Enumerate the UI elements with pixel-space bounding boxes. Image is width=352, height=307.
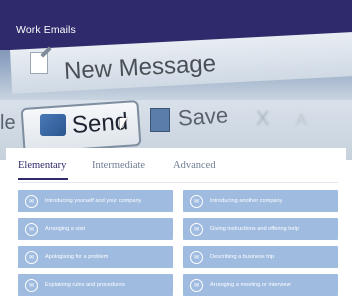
blurred-toolbar-glyph: X (256, 108, 270, 130)
lesson-label: Giving instructions and offering help (210, 226, 299, 232)
mouse-cursor-icon (120, 118, 127, 130)
lesson-label: Arranging a meeting or interview (210, 282, 291, 288)
mail-icon: ✉ (25, 250, 38, 264)
tab-intermediate[interactable]: Intermediate (92, 160, 145, 171)
lesson-item[interactable]: ✉ Describing a business trip (183, 246, 338, 268)
tab-advanced[interactable]: Advanced (173, 160, 216, 171)
blurred-toolbar-glyph-2: A (296, 112, 307, 129)
tab-elementary[interactable]: Elementary (18, 160, 66, 171)
lesson-label: Apologising for a problem (45, 254, 109, 260)
app-title: Work Emails (16, 24, 76, 36)
mail-icon: ✉ (25, 278, 38, 292)
mail-icon: ✉ (190, 278, 203, 292)
lesson-item[interactable]: ✉ Arranging a meeting or interview (183, 274, 338, 296)
mail-icon: ✉ (190, 222, 203, 236)
hero-image: Work Emails New Message le Send Save X A (0, 0, 352, 160)
lesson-item[interactable]: ✉ Introducing another company (183, 190, 338, 212)
tabs-divider (18, 182, 338, 183)
lesson-item[interactable]: ✉ Explaining rules and procedures (18, 274, 173, 296)
lesson-label: Introducing yourself and your company (45, 198, 142, 204)
lesson-label: Introducing another company (210, 198, 283, 204)
lesson-item[interactable]: ✉ Apologising for a problem (18, 246, 173, 268)
photo-save-label: Save (177, 102, 229, 131)
mail-icon: ✉ (190, 250, 203, 264)
app-window: Work Emails New Message le Send Save X A… (0, 0, 352, 307)
document-icon (30, 52, 48, 74)
lesson-label: Arranging a visit (45, 226, 86, 232)
lesson-item[interactable]: ✉ Introducing yourself and your company (18, 190, 173, 212)
lesson-item[interactable]: ✉ Giving instructions and offering help (183, 218, 338, 240)
mail-icon: ✉ (190, 194, 203, 208)
lesson-label: Explaining rules and procedures (45, 282, 125, 288)
photo-fragment-text: le (0, 112, 16, 134)
send-icon (40, 114, 66, 136)
active-tab-underline (18, 178, 68, 180)
mail-icon: ✉ (25, 194, 38, 208)
lesson-panel: Elementary Intermediate Advanced ✉ Intro… (6, 148, 346, 307)
lesson-item[interactable]: ✉ Arranging a visit (18, 218, 173, 240)
save-icon (150, 108, 170, 132)
mail-icon: ✉ (25, 222, 38, 236)
lesson-label: Describing a business trip (210, 254, 275, 260)
